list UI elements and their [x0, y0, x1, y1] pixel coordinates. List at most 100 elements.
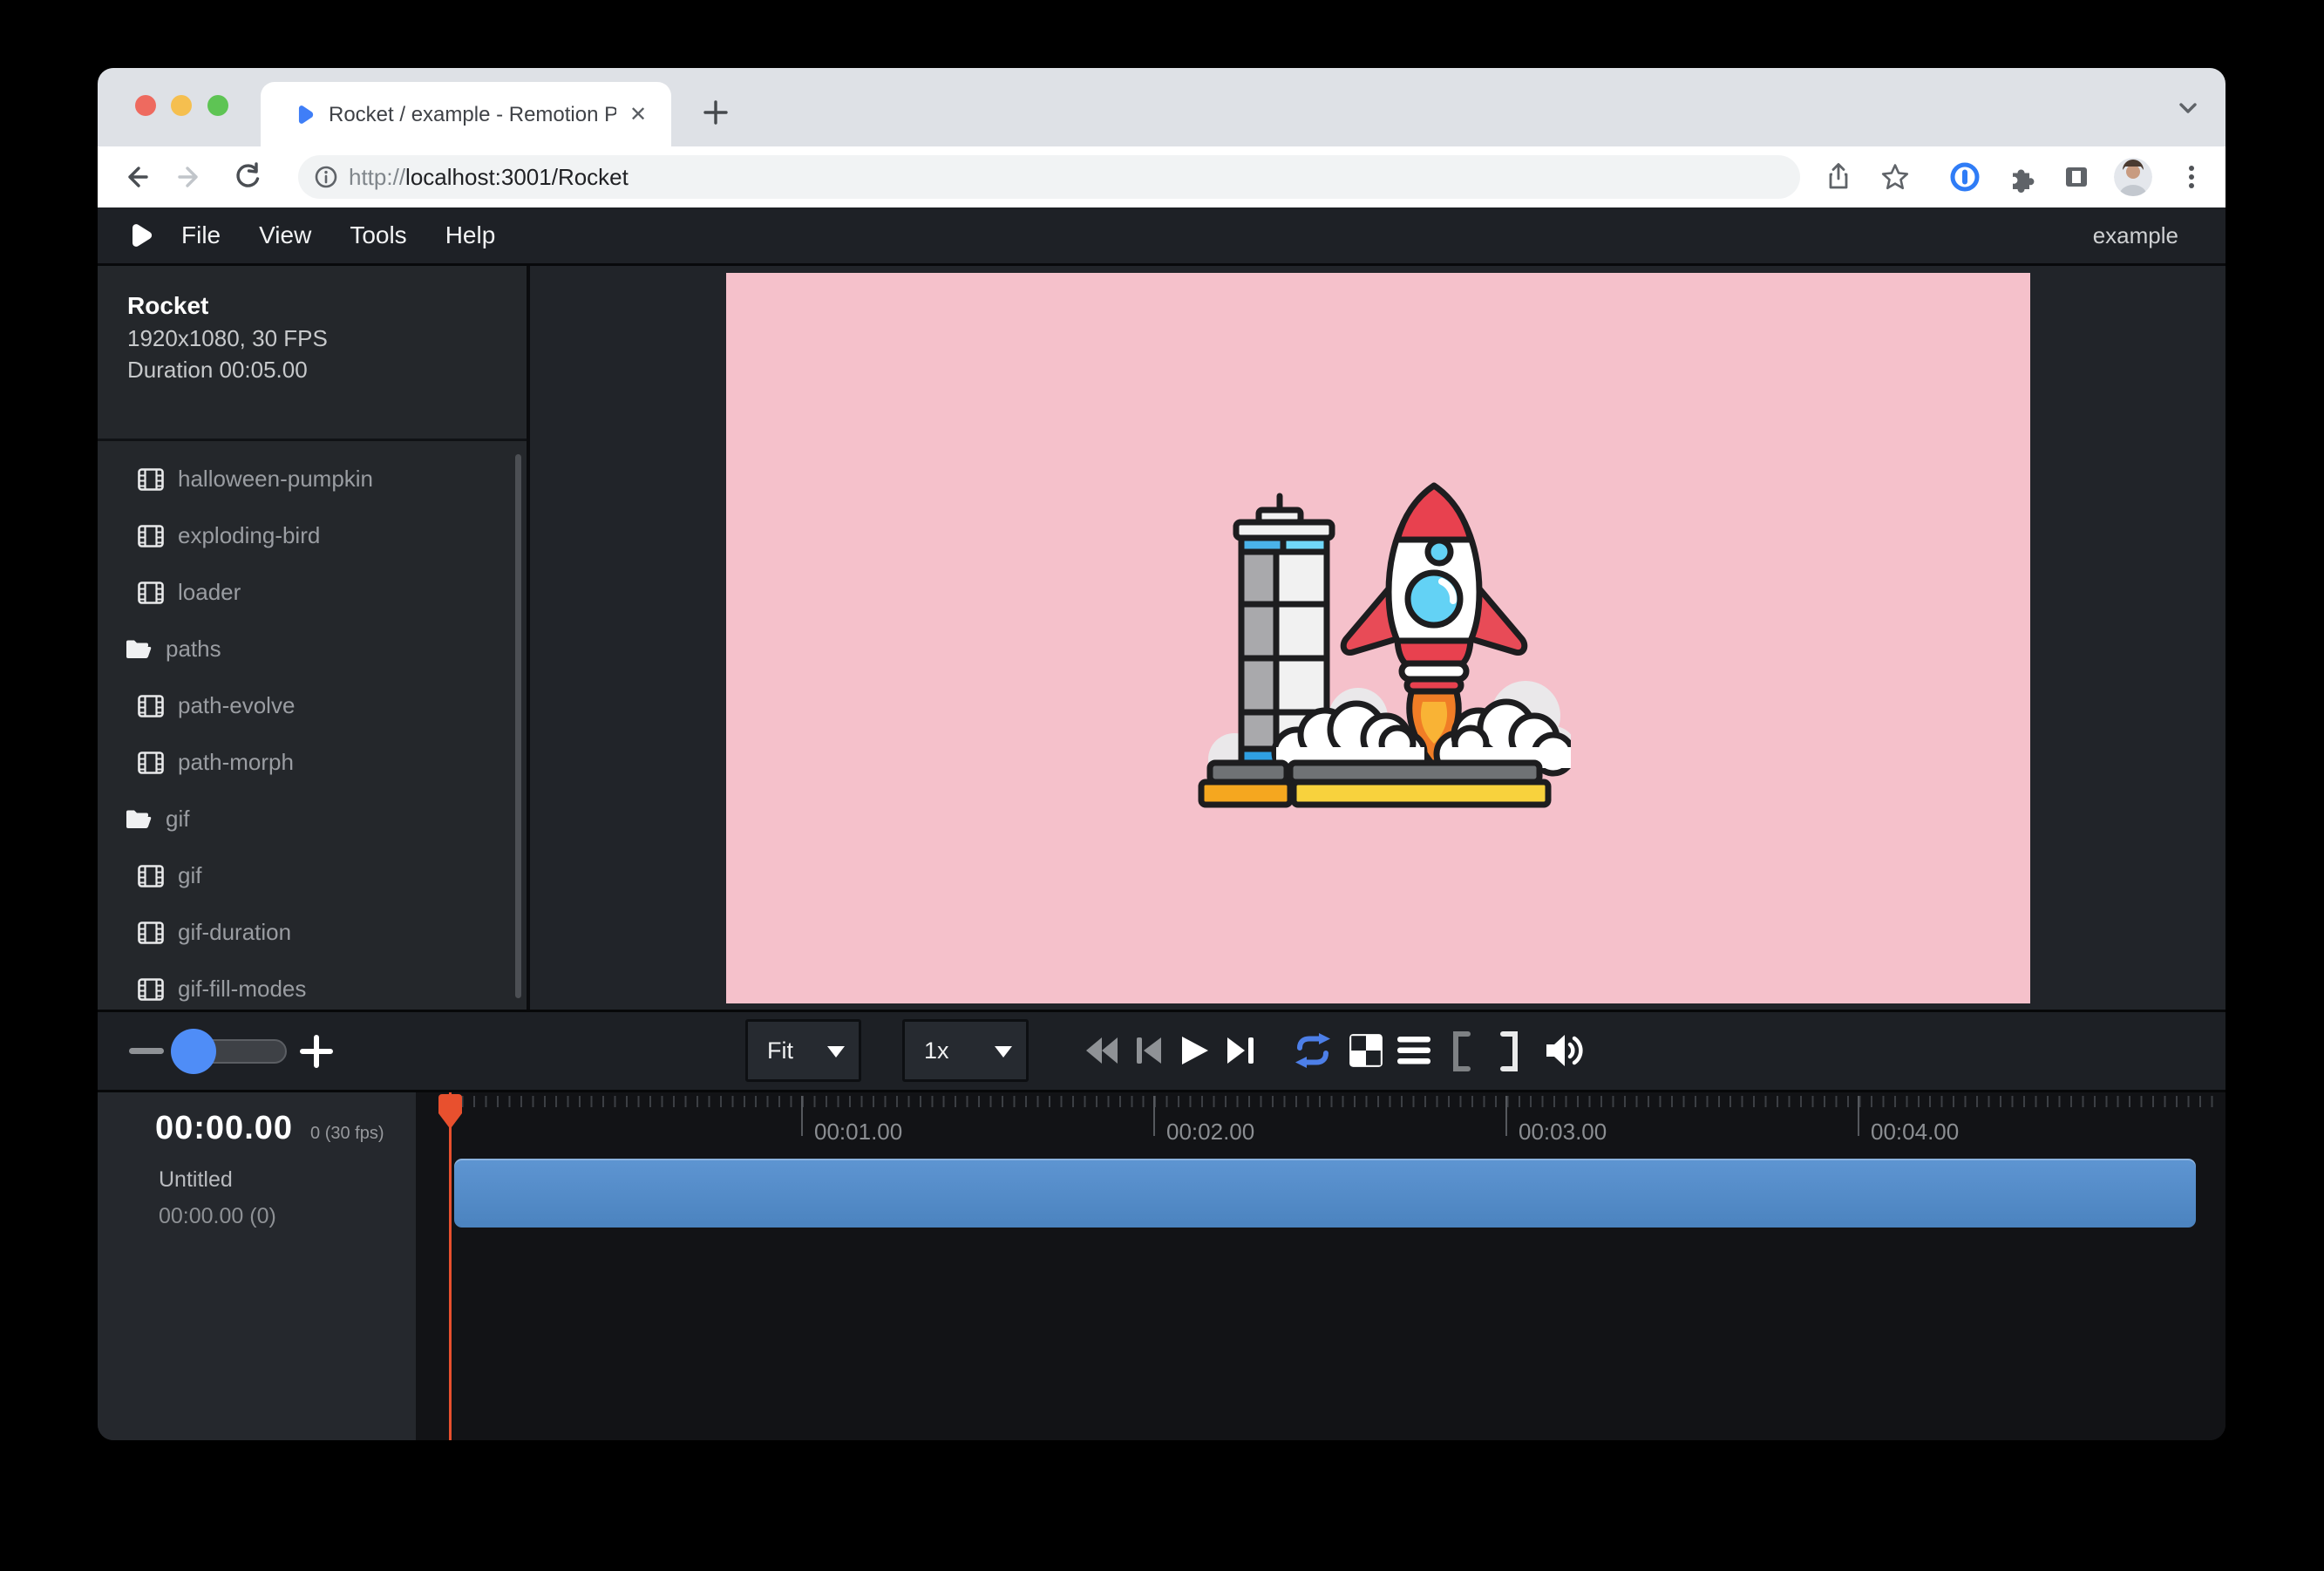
timeline-zoom-in-button[interactable] — [297, 1032, 336, 1071]
playhead-line — [449, 1092, 452, 1440]
menu-view[interactable]: View — [259, 221, 311, 249]
play-button[interactable] — [1179, 1033, 1210, 1068]
share-icon[interactable] — [1823, 161, 1854, 193]
current-timecode: 00:00.00 — [155, 1110, 293, 1147]
canvas-size-dropdown[interactable]: Fit — [745, 1019, 861, 1082]
in-point-bracket-icon[interactable] — [1451, 1031, 1471, 1071]
ruler-second-tick — [801, 1096, 803, 1136]
ruler-label: 00:02.00 — [1166, 1119, 1254, 1146]
menu-file[interactable]: File — [181, 221, 221, 249]
out-point-bracket-icon[interactable] — [1500, 1031, 1519, 1071]
ruler-second-tick — [1505, 1096, 1507, 1136]
password-manager-extension-icon[interactable] — [1949, 161, 1981, 193]
sidebar-item-path-morph[interactable]: path-morph — [98, 734, 527, 791]
menu-tools[interactable]: Tools — [350, 221, 406, 249]
tab-search-chevron-icon[interactable] — [2176, 96, 2200, 120]
preview-canvas[interactable] — [726, 273, 2030, 1003]
composition-title: Rocket — [127, 292, 208, 320]
back-button[interactable] — [120, 161, 152, 193]
avatar-image — [2114, 158, 2152, 196]
sidebar-item-label: halloween-pumpkin — [178, 466, 373, 493]
timeline-panel: 00:00.00 0 (30 fps) Untitled 00:00.00 (0… — [98, 1092, 2225, 1440]
tab-title: Rocket / example - Remotion P — [329, 103, 616, 127]
minimize-window-button[interactable] — [171, 95, 192, 116]
ruler-label: 00:03.00 — [1519, 1119, 1607, 1146]
timeline-zoom-out-button[interactable] — [129, 1048, 164, 1054]
folder-open-icon — [125, 638, 152, 660]
sidebar-item-gif-fill-modes[interactable]: gif-fill-modes — [98, 961, 527, 1010]
film-icon — [138, 468, 164, 491]
browser-window: Rocket / example - Remotion P ✕ htt — [98, 68, 2225, 1440]
site-info-icon[interactable] — [314, 165, 338, 189]
url-host-path: localhost:3001/Rocket — [405, 164, 629, 190]
profile-avatar[interactable] — [2114, 158, 2152, 196]
app-content: Rocket 1920x1080, 30 FPS Duration 00:05.… — [98, 266, 2225, 1010]
sidebar-item-gif[interactable]: gif — [98, 791, 527, 847]
forward-button[interactable] — [174, 161, 206, 193]
browser-menu-kebab-icon[interactable] — [2176, 161, 2207, 193]
sidebar-item-loader[interactable]: loader — [98, 564, 527, 621]
timeline-ruler[interactable]: 00:01.0000:02.0000:03.0000:04.00 — [416, 1092, 2225, 1145]
film-icon — [138, 581, 164, 604]
sidebar-item-label: paths — [166, 636, 221, 663]
close-window-button[interactable] — [135, 95, 156, 116]
preview-area — [530, 266, 2225, 1010]
sidebar-composition-list: halloween-pumpkin exploding-bird loader pat… — [98, 451, 527, 1010]
film-icon — [138, 922, 164, 944]
sidebar-item-label: loader — [178, 579, 241, 606]
ruler-label: 00:01.00 — [814, 1119, 902, 1146]
rocket-illustration — [1186, 454, 1571, 822]
film-icon — [138, 978, 164, 1001]
remotion-logo-icon — [126, 221, 155, 250]
rich-timeline-icon[interactable] — [1396, 1036, 1431, 1065]
jump-to-start-button[interactable] — [1081, 1033, 1119, 1068]
previous-frame-button[interactable] — [1135, 1033, 1163, 1068]
fullscreen-window-button[interactable] — [207, 95, 228, 116]
side-panel-icon[interactable] — [2061, 161, 2092, 193]
jump-to-end-button[interactable] — [1226, 1033, 1261, 1068]
sidebar-item-paths[interactable]: paths — [98, 621, 527, 677]
transparency-checkerboard-icon[interactable] — [1348, 1032, 1384, 1069]
browser-toolbar: http://localhost:3001/Rocket — [98, 146, 2225, 207]
app-menubar: File View Tools Help example — [98, 207, 2225, 266]
composition-duration: Duration 00:05.00 — [127, 357, 308, 384]
sidebar-item-exploding-bird[interactable]: exploding-bird — [98, 507, 527, 564]
sidebar-item-label: gif-duration — [178, 919, 291, 946]
tab-strip: Rocket / example - Remotion P ✕ — [98, 68, 2225, 146]
menu-items: File View Tools Help — [181, 207, 495, 263]
film-icon — [138, 751, 164, 774]
address-bar[interactable]: http://localhost:3001/Rocket — [298, 155, 1800, 199]
sidebar-item-label: path-evolve — [178, 692, 295, 719]
playback-speed-value: 1x — [924, 1022, 949, 1079]
film-icon — [138, 525, 164, 547]
playback-speed-dropdown[interactable]: 1x — [902, 1019, 1029, 1082]
tab-close-icon[interactable]: ✕ — [623, 100, 653, 130]
sidebar-item-gif[interactable]: gif — [98, 847, 527, 904]
timeline-track-area[interactable]: 00:01.0000:02.0000:03.0000:04.00 — [416, 1092, 2225, 1440]
extensions-puzzle-icon[interactable] — [2006, 161, 2037, 193]
sidebar-item-gif-duration[interactable]: gif-duration — [98, 904, 527, 961]
sidebar-item-label: gif — [178, 862, 201, 889]
chevron-down-icon — [995, 1046, 1012, 1058]
loop-toggle-icon[interactable] — [1292, 1033, 1334, 1068]
url-text[interactable]: http://localhost:3001/Rocket — [349, 155, 629, 199]
new-tab-button[interactable] — [701, 98, 730, 127]
film-icon — [138, 695, 164, 717]
sidebar-divider — [98, 439, 527, 441]
current-frame-info: 0 (30 fps) — [310, 1124, 384, 1144]
sidebar-item-label: gif-fill-modes — [178, 976, 306, 1003]
timeline-zoom-slider-knob[interactable] — [171, 1029, 216, 1074]
sidebar-item-halloween-pumpkin[interactable]: halloween-pumpkin — [98, 451, 527, 507]
bookmark-star-icon[interactable] — [1879, 161, 1911, 193]
sidebar-item-path-evolve[interactable]: path-evolve — [98, 677, 527, 734]
timeline-track-bar[interactable] — [454, 1159, 2196, 1228]
reload-button[interactable] — [232, 161, 263, 193]
menu-help[interactable]: Help — [445, 221, 496, 249]
chevron-down-icon — [827, 1046, 845, 1058]
browser-tab[interactable]: Rocket / example - Remotion P ✕ — [261, 82, 671, 146]
sidebar-scrollbar[interactable] — [515, 454, 521, 998]
sidebar-item-label: exploding-bird — [178, 522, 320, 549]
film-icon — [138, 865, 164, 888]
compositions-sidebar: Rocket 1920x1080, 30 FPS Duration 00:05.… — [98, 266, 530, 1010]
volume-icon[interactable] — [1545, 1031, 1587, 1070]
